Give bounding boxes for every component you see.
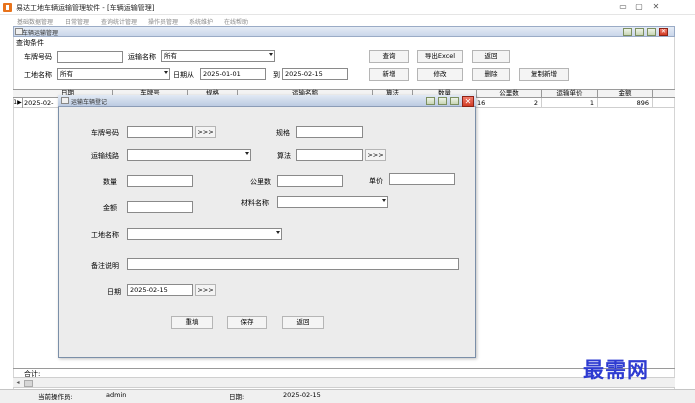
dlg-date-label: 日期 xyxy=(107,288,121,296)
query-back-button[interactable]: 返回 xyxy=(472,50,510,63)
maximize-button[interactable]: ▢ xyxy=(633,2,645,12)
dlg-route-select[interactable] xyxy=(127,149,251,161)
query-plate-input[interactable] xyxy=(57,51,123,63)
query-route-select[interactable]: 所有 xyxy=(161,50,275,62)
horizontal-scrollbar[interactable] xyxy=(13,378,675,388)
entry-dialog xyxy=(58,95,476,358)
menu-query-stats[interactable]: 查询统计管理 xyxy=(101,17,137,26)
chevron-down-icon xyxy=(164,71,168,74)
dialog-title-bar xyxy=(58,95,476,107)
minimize-button[interactable]: ▭ xyxy=(617,2,629,12)
dlg-reset-button[interactable]: 重填 xyxy=(171,316,213,329)
dlg-km-label: 公里数 xyxy=(250,178,271,186)
menu-basic-data[interactable]: 基础数据管理 xyxy=(17,17,53,26)
dlg-material-select[interactable] xyxy=(277,196,388,208)
add-button[interactable]: 新增 xyxy=(369,68,409,81)
query-site-label: 工地名称 xyxy=(24,71,52,79)
query-site-select[interactable]: 所有 xyxy=(57,68,170,80)
dialog-title: 运输车辆登记 xyxy=(71,99,108,106)
date-to-label: 到 xyxy=(273,71,280,79)
status-bar xyxy=(0,389,695,403)
dialog-maximize-button[interactable] xyxy=(450,97,459,105)
search-button[interactable]: 查询 xyxy=(369,50,409,63)
app-icon xyxy=(3,3,12,12)
dlg-plate-picker-button[interactable]: >>> xyxy=(195,126,216,138)
menu-maintenance[interactable]: 系统维护 xyxy=(189,17,213,26)
dlg-date-picker-button[interactable]: >>> xyxy=(195,284,216,296)
dlg-plate-input[interactable] xyxy=(127,126,193,138)
dlg-route-label: 运输线路 xyxy=(91,152,119,160)
chevron-down-icon xyxy=(269,53,273,56)
status-operator-value: admin xyxy=(106,391,127,399)
status-date-value: 2025-02-15 xyxy=(283,391,321,399)
col-header-unit-price[interactable]: 运输单价 xyxy=(542,89,598,98)
cell-amount[interactable]: 896 xyxy=(598,98,653,108)
dlg-algo-picker-button[interactable]: >>> xyxy=(365,149,386,161)
inner-minimize-button[interactable] xyxy=(635,28,644,36)
delete-button[interactable]: 删除 xyxy=(472,68,510,81)
dlg-algo-input[interactable] xyxy=(296,149,363,161)
dlg-price-input[interactable] xyxy=(389,173,455,185)
dialog-close-button[interactable]: ✕ xyxy=(462,96,474,107)
dlg-remark-input[interactable] xyxy=(127,258,459,270)
dlg-site-label: 工地名称 xyxy=(91,231,119,239)
query-site-value: 所有 xyxy=(60,70,73,78)
dlg-date-input[interactable]: 2025-02-15 xyxy=(127,284,193,296)
dlg-amount-label: 金额 xyxy=(103,204,117,212)
dialog-document-icon xyxy=(61,97,69,104)
row-indicator: 1▶ xyxy=(13,98,23,108)
date-from-label: 日期从 xyxy=(173,71,194,79)
dlg-back-button[interactable]: 返回 xyxy=(282,316,324,329)
query-section-label: 查询条件 xyxy=(16,39,44,47)
chevron-down-icon xyxy=(276,231,280,234)
status-date-label: 日期: xyxy=(229,393,245,401)
dlg-material-label: 材料名称 xyxy=(241,199,269,207)
menu-help[interactable]: 在线帮助 xyxy=(224,17,248,26)
dlg-amount-input[interactable] xyxy=(127,201,193,213)
query-route-label: 运输名称 xyxy=(128,53,156,61)
status-operator-label: 当前操作员: xyxy=(38,393,73,401)
window-title: 易达工地车辆运输管理软件 - [车辆运输管理] xyxy=(16,4,155,12)
inner-maximize-button[interactable] xyxy=(647,28,656,36)
dlg-plate-label: 车牌号码 xyxy=(91,129,119,137)
dlg-spec-input[interactable] xyxy=(296,126,363,138)
dlg-km-input[interactable] xyxy=(277,175,343,187)
scroll-left-icon[interactable]: ◂ xyxy=(14,379,22,387)
dlg-algo-label: 算法 xyxy=(277,152,291,160)
total-row xyxy=(13,368,675,378)
cell-unit-price[interactable]: 1 xyxy=(542,98,598,108)
close-window-button[interactable]: ✕ xyxy=(650,2,662,12)
dlg-spec-label: 规格 xyxy=(276,129,290,137)
menu-daily[interactable]: 日常管理 xyxy=(65,17,89,26)
col-header-km[interactable]: 公里数 xyxy=(477,89,542,98)
inner-close-button[interactable]: ✕ xyxy=(659,28,668,36)
date-to-input[interactable]: 2025-02-15 xyxy=(282,68,348,80)
date-from-input[interactable]: 2025-01-01 xyxy=(200,68,266,80)
site-watermark: 最需网 xyxy=(583,357,649,382)
menu-operators[interactable]: 操作员管理 xyxy=(148,17,178,26)
dlg-site-select[interactable] xyxy=(127,228,282,240)
chevron-down-icon xyxy=(245,152,249,155)
dlg-qty-label: 数量 xyxy=(103,178,117,186)
col-header-amount[interactable]: 金额 xyxy=(598,89,653,98)
cell-km[interactable]: 2 xyxy=(477,98,542,108)
dialog-restore-button[interactable] xyxy=(426,97,435,105)
dlg-qty-input[interactable] xyxy=(127,175,193,187)
copy-add-button[interactable]: 复制新增 xyxy=(519,68,569,81)
export-excel-button[interactable]: 导出Excel xyxy=(417,50,463,63)
dlg-price-label: 单价 xyxy=(369,177,383,185)
inner-restore-button[interactable] xyxy=(623,28,632,36)
inner-window-title-bar xyxy=(13,26,675,37)
inner-window-title: 车辆运输管理 xyxy=(22,30,59,37)
dlg-save-button[interactable]: 保存 xyxy=(227,316,267,329)
scroll-thumb[interactable] xyxy=(24,380,33,387)
query-plate-label: 车牌号码 xyxy=(24,53,52,61)
dialog-minimize-button[interactable] xyxy=(438,97,447,105)
query-route-value: 所有 xyxy=(164,52,177,60)
edit-button[interactable]: 修改 xyxy=(417,68,463,81)
dlg-remark-label: 备注说明 xyxy=(91,262,119,270)
chevron-down-icon xyxy=(382,199,386,202)
